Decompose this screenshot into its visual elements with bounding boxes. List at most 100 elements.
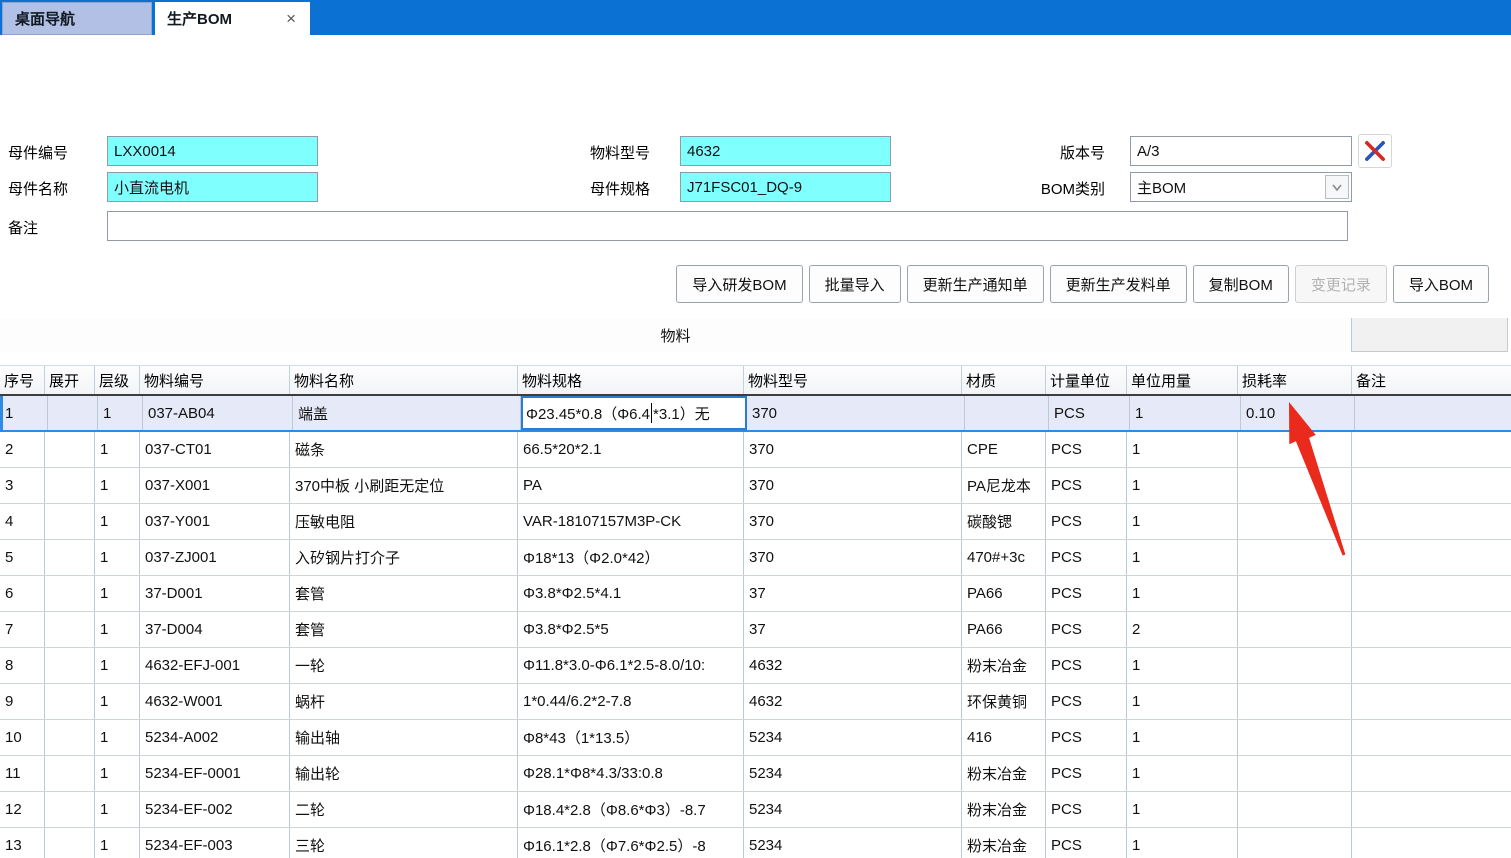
column-header[interactable]: 单位用量 xyxy=(1127,366,1238,394)
grid-cell[interactable]: PCS xyxy=(1046,828,1127,858)
grid-cell[interactable]: 入矽钢片打介子 xyxy=(290,540,518,575)
table-row[interactable]: 914632-W001蜗杆1*0.44/6.2*2-7.84632环保黄铜PCS… xyxy=(0,684,1511,720)
grid-cell[interactable]: 5234 xyxy=(744,756,962,791)
bom-type-select[interactable]: 主BOM xyxy=(1130,172,1352,202)
grid-cell[interactable]: Φ11.8*3.0-Φ6.1*2.5-8.0/10: xyxy=(518,648,744,683)
grid-cell[interactable]: PA尼龙本 xyxy=(962,468,1046,503)
grid-cell[interactable]: 4632 xyxy=(744,648,962,683)
grid-cell[interactable] xyxy=(1352,504,1511,539)
grid-cell[interactable] xyxy=(45,720,95,755)
grid-cell[interactable]: 1 xyxy=(98,396,143,430)
grid-cell[interactable]: 37-D001 xyxy=(140,576,290,611)
grid-cell[interactable] xyxy=(1352,720,1511,755)
grid-cell[interactable] xyxy=(45,468,95,503)
grid-cell[interactable] xyxy=(1352,432,1511,467)
table-row[interactable]: 1315234-EF-003三轮Φ16.1*2.8（Φ7.6*Φ2.5）-852… xyxy=(0,828,1511,858)
grid-cell[interactable]: 1 xyxy=(1127,504,1238,539)
toolbar-button[interactable]: 更新生产发料单 xyxy=(1050,265,1187,303)
grid-cell[interactable]: 1 xyxy=(1127,648,1238,683)
grid-cell[interactable]: 二轮 xyxy=(290,792,518,827)
grid-cell[interactable]: 1 xyxy=(95,612,140,647)
grid-cell[interactable]: 1 xyxy=(95,828,140,858)
grid-cell[interactable]: 1 xyxy=(95,576,140,611)
column-header[interactable]: 计量单位 xyxy=(1046,366,1127,394)
grid-cell[interactable]: 1 xyxy=(1127,432,1238,467)
grid-cell[interactable]: 1 xyxy=(95,792,140,827)
grid-cell[interactable] xyxy=(45,612,95,647)
parent-spec-field[interactable]: J71FSC01_DQ-9 xyxy=(680,172,891,202)
grid-cell[interactable]: 6 xyxy=(0,576,45,611)
grid-cell[interactable]: PCS xyxy=(1046,720,1127,755)
grid-cell[interactable]: 12 xyxy=(0,792,45,827)
grid-cell[interactable]: 5 xyxy=(0,540,45,575)
table-row[interactable]: 6137-D001套管Φ3.8*Φ2.5*4.137PA66PCS1 xyxy=(0,576,1511,612)
grid-cell[interactable]: 370中板 小刷距无定位 xyxy=(290,468,518,503)
grid-cell[interactable]: 1 xyxy=(3,396,48,430)
grid-cell[interactable]: 3 xyxy=(0,468,45,503)
grid-cell[interactable] xyxy=(1238,432,1352,467)
chevron-down-icon[interactable] xyxy=(1325,175,1349,199)
grid-cell[interactable] xyxy=(1352,648,1511,683)
column-header[interactable]: 层级 xyxy=(95,366,140,394)
grid-cell[interactable]: PCS xyxy=(1049,396,1130,430)
grid-cell[interactable]: 磁条 xyxy=(290,432,518,467)
grid-cell[interactable] xyxy=(1238,576,1352,611)
grid-cell[interactable]: PCS xyxy=(1046,504,1127,539)
grid-cell[interactable] xyxy=(45,432,95,467)
grid-cell[interactable]: PCS xyxy=(1046,756,1127,791)
grid-cell[interactable]: PCS xyxy=(1046,468,1127,503)
grid-cell[interactable]: 套管 xyxy=(290,576,518,611)
toolbar-button[interactable]: 复制BOM xyxy=(1193,265,1289,303)
grid-cell[interactable] xyxy=(1352,540,1511,575)
grid-cell[interactable]: 1 xyxy=(95,504,140,539)
grid-cell[interactable]: 5234 xyxy=(744,792,962,827)
grid-cell[interactable] xyxy=(1238,720,1352,755)
column-header[interactable]: 序号 xyxy=(0,366,45,394)
table-row[interactable]: 1015234-A002输出轴Φ8*43（1*13.5）5234416PCS1 xyxy=(0,720,1511,756)
grid-cell[interactable]: 370 xyxy=(744,432,962,467)
grid-cell[interactable]: 端盖 xyxy=(293,396,521,430)
grid-cell[interactable]: PCS xyxy=(1046,576,1127,611)
grid-cell[interactable]: 9 xyxy=(0,684,45,719)
grid-cell[interactable]: 套管 xyxy=(290,612,518,647)
material-model-field[interactable]: 4632 xyxy=(680,136,891,166)
grid-cell[interactable]: CPE xyxy=(962,432,1046,467)
grid-cell[interactable]: 37 xyxy=(744,576,962,611)
grid-cell[interactable]: 1 xyxy=(95,720,140,755)
grid-cell[interactable] xyxy=(45,540,95,575)
grid-cell[interactable] xyxy=(1352,612,1511,647)
grid-cell[interactable] xyxy=(45,792,95,827)
grid-cell[interactable]: PCS xyxy=(1046,540,1127,575)
remark-field[interactable] xyxy=(107,211,1348,241)
table-row[interactable]: 51037-ZJ001入矽钢片打介子Φ18*13（Φ2.0*42）370470#… xyxy=(0,540,1511,576)
grid-cell[interactable]: 压敏电阻 xyxy=(290,504,518,539)
grid-cell[interactable]: 5234-A002 xyxy=(140,720,290,755)
grid-cell[interactable]: PA66 xyxy=(962,576,1046,611)
grid-cell[interactable] xyxy=(1238,684,1352,719)
grid-cell[interactable]: 037-AB04 xyxy=(143,396,293,430)
column-header[interactable]: 物料型号 xyxy=(744,366,962,394)
grid-cell[interactable]: 碳酸锶 xyxy=(962,504,1046,539)
grid-cell[interactable] xyxy=(1352,792,1511,827)
grid-cell[interactable]: 470#+3c xyxy=(962,540,1046,575)
column-header[interactable]: 备注 xyxy=(1352,366,1511,394)
grid-cell[interactable]: 粉末冶金 xyxy=(962,756,1046,791)
grid-cell[interactable] xyxy=(1238,756,1352,791)
grid-cell[interactable]: 11 xyxy=(0,756,45,791)
toolbar-button[interactable]: 导入BOM xyxy=(1393,265,1489,303)
grid-cell[interactable]: Φ8*43（1*13.5） xyxy=(518,720,744,755)
close-icon[interactable]: × xyxy=(284,9,298,29)
toolbar-button[interactable]: 批量导入 xyxy=(809,265,901,303)
grid-cell[interactable]: 1 xyxy=(95,432,140,467)
grid-cell[interactable]: 5234 xyxy=(744,720,962,755)
tab-desktop-navigation[interactable]: 桌面导航 xyxy=(2,2,152,35)
grid-cell[interactable]: 一轮 xyxy=(290,648,518,683)
spec-edit-cell[interactable]: Φ23.45*0.8（Φ6.4*3.1）无 xyxy=(521,396,747,430)
grid-cell[interactable]: 1 xyxy=(1127,792,1238,827)
grid-cell[interactable]: PCS xyxy=(1046,432,1127,467)
grid-cell[interactable]: Φ16.1*2.8（Φ7.6*Φ2.5）-8 xyxy=(518,828,744,858)
toolbar-button[interactable]: 导入研发BOM xyxy=(676,265,802,303)
grid-cell[interactable]: 1 xyxy=(1127,540,1238,575)
grid-cell[interactable] xyxy=(1352,828,1511,858)
clear-version-button[interactable] xyxy=(1358,134,1392,168)
